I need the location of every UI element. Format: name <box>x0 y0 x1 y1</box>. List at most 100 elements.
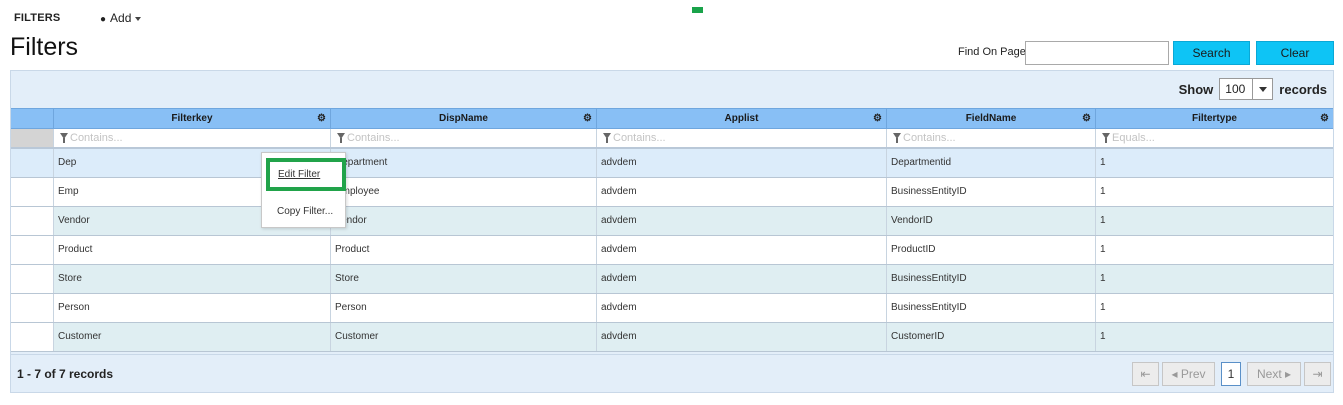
cell-dispname[interactable]: Vendor <box>331 207 597 235</box>
status-indicator <box>692 7 703 13</box>
search-button[interactable]: Search <box>1173 41 1250 65</box>
cell-filterkey[interactable]: Person <box>54 294 331 322</box>
show-label: Show <box>1178 81 1214 97</box>
cell-fieldname[interactable]: BusinessEntityID <box>887 178 1096 206</box>
cell-dispname[interactable]: Store <box>331 265 597 293</box>
funnel-icon[interactable] <box>603 133 611 143</box>
column-header-label: Filterkey <box>171 113 213 124</box>
cell-dispname[interactable]: Department <box>331 149 597 177</box>
funnel-icon[interactable] <box>1102 133 1110 143</box>
next-page-button[interactable]: Next ▸ <box>1247 362 1301 386</box>
gear-icon[interactable]: ⚙ <box>583 109 592 128</box>
row-selector[interactable] <box>11 149 54 177</box>
record-count: 1 - 7 of 7 records <box>17 367 114 381</box>
top-bar: FILTERS ● Add <box>0 0 1343 34</box>
filter-placeholder: Equals... <box>1112 132 1155 144</box>
filter-cell-dispname[interactable]: Contains... <box>331 129 597 147</box>
cell-filtertype[interactable]: 1 <box>1096 207 1333 235</box>
clear-button[interactable]: Clear <box>1256 41 1334 65</box>
cell-fieldname[interactable]: BusinessEntityID <box>887 294 1096 322</box>
prev-page-button[interactable]: ◂ Prev <box>1162 362 1215 386</box>
copy-filter-menu-item[interactable]: Copy Filter... <box>277 206 333 217</box>
find-on-page-label: Find On Page <box>958 46 1026 58</box>
column-header-filtertype[interactable]: Filtertype ⚙ <box>1096 109 1333 128</box>
filters-grid: Show 100 records Filterkey ⚙ DispName ⚙ Ap… <box>10 70 1334 393</box>
cell-fieldname[interactable]: CustomerID <box>887 323 1096 351</box>
filter-placeholder: Contains... <box>347 132 400 144</box>
gear-icon[interactable]: ⚙ <box>873 109 882 128</box>
table-row[interactable]: Person Person advdem BusinessEntityID 1 <box>11 294 1333 323</box>
filter-cell-fieldname[interactable]: Contains... <box>887 129 1096 147</box>
table-row[interactable]: Dep Department advdem Departmentid 1 <box>11 149 1333 178</box>
page-size-control: Show 100 records <box>1179 78 1327 100</box>
cell-fieldname[interactable]: BusinessEntityID <box>887 265 1096 293</box>
column-header-fieldname[interactable]: FieldName ⚙ <box>887 109 1096 128</box>
cell-filtertype[interactable]: 1 <box>1096 265 1333 293</box>
cell-fieldname[interactable]: ProductID <box>887 236 1096 264</box>
cell-filtertype[interactable]: 1 <box>1096 149 1333 177</box>
header-select-column <box>11 109 54 128</box>
row-selector[interactable] <box>11 207 54 235</box>
table-row[interactable]: Product Product advdem ProductID 1 <box>11 236 1333 265</box>
cell-applist[interactable]: advdem <box>597 178 887 206</box>
edit-filter-menu-item[interactable]: Edit Filter <box>266 158 346 191</box>
cell-filtertype[interactable]: 1 <box>1096 178 1333 206</box>
context-menu: Edit Filter Copy Filter... <box>261 152 346 228</box>
current-page-button[interactable]: 1 <box>1221 362 1241 386</box>
cell-dispname[interactable]: Product <box>331 236 597 264</box>
table-row[interactable]: Store Store advdem BusinessEntityID 1 <box>11 265 1333 294</box>
funnel-icon[interactable] <box>337 133 345 143</box>
column-header-filterkey[interactable]: Filterkey ⚙ <box>54 109 331 128</box>
row-selector[interactable] <box>11 178 54 206</box>
grid-body: Dep Department advdem Departmentid 1 Emp Emplo… <box>11 149 1333 352</box>
funnel-icon[interactable] <box>893 133 901 143</box>
filter-cell-applist[interactable]: Contains... <box>597 129 887 147</box>
cell-filterkey[interactable]: Customer <box>54 323 331 351</box>
cell-applist[interactable]: advdem <box>597 236 887 264</box>
table-row[interactable]: Customer Customer advdem CustomerID 1 <box>11 323 1333 352</box>
column-header-label: Applist <box>724 113 759 124</box>
cell-applist[interactable]: advdem <box>597 149 887 177</box>
page-size-value: 100 <box>1225 82 1246 96</box>
add-menu[interactable]: ● Add <box>100 11 142 25</box>
cell-filtertype[interactable]: 1 <box>1096 323 1333 351</box>
cell-filterkey[interactable]: Product <box>54 236 331 264</box>
table-row[interactable]: Vendor Vendor advdem VendorID 1 <box>11 207 1333 236</box>
cell-fieldname[interactable]: VendorID <box>887 207 1096 235</box>
page-size-select[interactable]: 100 <box>1219 78 1274 100</box>
column-header-label: Filtertype <box>1191 113 1237 124</box>
gear-icon[interactable]: ⚙ <box>317 109 326 128</box>
row-selector[interactable] <box>11 323 54 351</box>
cell-dispname[interactable]: Customer <box>331 323 597 351</box>
caret-down-icon <box>135 16 142 21</box>
gear-icon[interactable]: ⚙ <box>1082 109 1091 128</box>
chevron-down-icon[interactable] <box>1252 79 1272 99</box>
cell-filtertype[interactable]: 1 <box>1096 294 1333 322</box>
grid-header: Filterkey ⚙ DispName ⚙ Applist ⚙ FieldName ⚙… <box>11 108 1333 129</box>
gear-icon[interactable]: ⚙ <box>1320 109 1329 128</box>
cell-filterkey[interactable]: Store <box>54 265 331 293</box>
row-selector[interactable] <box>11 294 54 322</box>
last-page-button[interactable]: ⇥ <box>1304 362 1331 386</box>
cell-applist[interactable]: advdem <box>597 323 887 351</box>
first-page-button[interactable]: ⇤ <box>1132 362 1159 386</box>
funnel-icon[interactable] <box>60 133 68 143</box>
cell-filtertype[interactable]: 1 <box>1096 236 1333 264</box>
column-header-label: DispName <box>439 113 488 124</box>
column-header-applist[interactable]: Applist ⚙ <box>597 109 887 128</box>
column-header-dispname[interactable]: DispName ⚙ <box>331 109 597 128</box>
find-on-page-input[interactable] <box>1025 41 1169 65</box>
filter-cell-filtertype[interactable]: Equals... <box>1096 129 1333 147</box>
cell-dispname[interactable]: Employee <box>331 178 597 206</box>
row-selector[interactable] <box>11 236 54 264</box>
filter-cell-filterkey[interactable]: Contains... <box>54 129 331 147</box>
cell-fieldname[interactable]: Departmentid <box>887 149 1096 177</box>
row-selector[interactable] <box>11 265 54 293</box>
cell-applist[interactable]: advdem <box>597 294 887 322</box>
cell-dispname[interactable]: Person <box>331 294 597 322</box>
filter-row-selector <box>11 129 54 147</box>
filter-placeholder: Contains... <box>70 132 123 144</box>
cell-applist[interactable]: advdem <box>597 265 887 293</box>
table-row[interactable]: Emp Employee advdem BusinessEntityID 1 <box>11 178 1333 207</box>
cell-applist[interactable]: advdem <box>597 207 887 235</box>
